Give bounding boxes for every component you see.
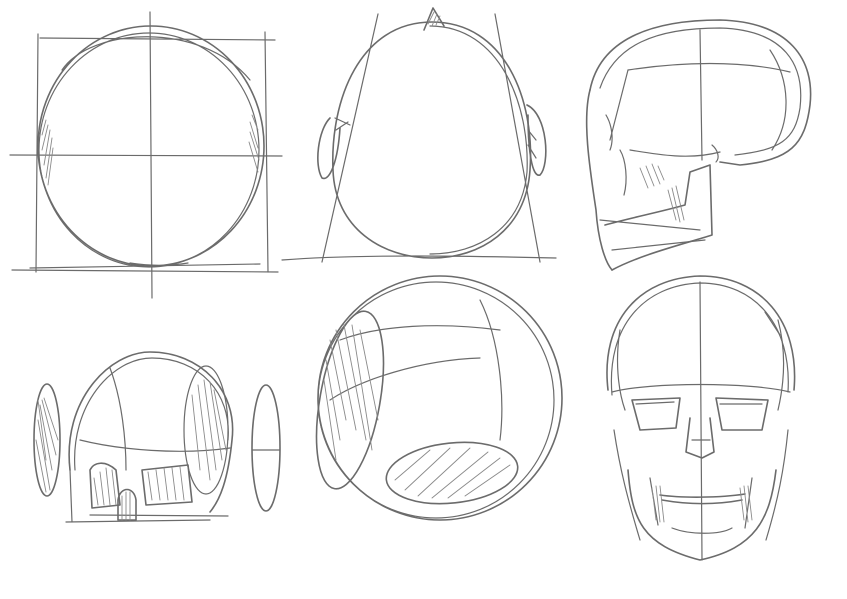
cranium-sphere-with-side-planes (33, 351, 281, 523)
cranium-sphere-three-quarter (315, 275, 563, 521)
head-front-construction (9, 11, 283, 299)
skull-front-view (606, 275, 796, 561)
skull-side-view (585, 19, 812, 271)
sketch-canvas (0, 0, 847, 599)
head-top-view-with-ears (281, 7, 557, 263)
sketch-sheet (9, 7, 812, 561)
